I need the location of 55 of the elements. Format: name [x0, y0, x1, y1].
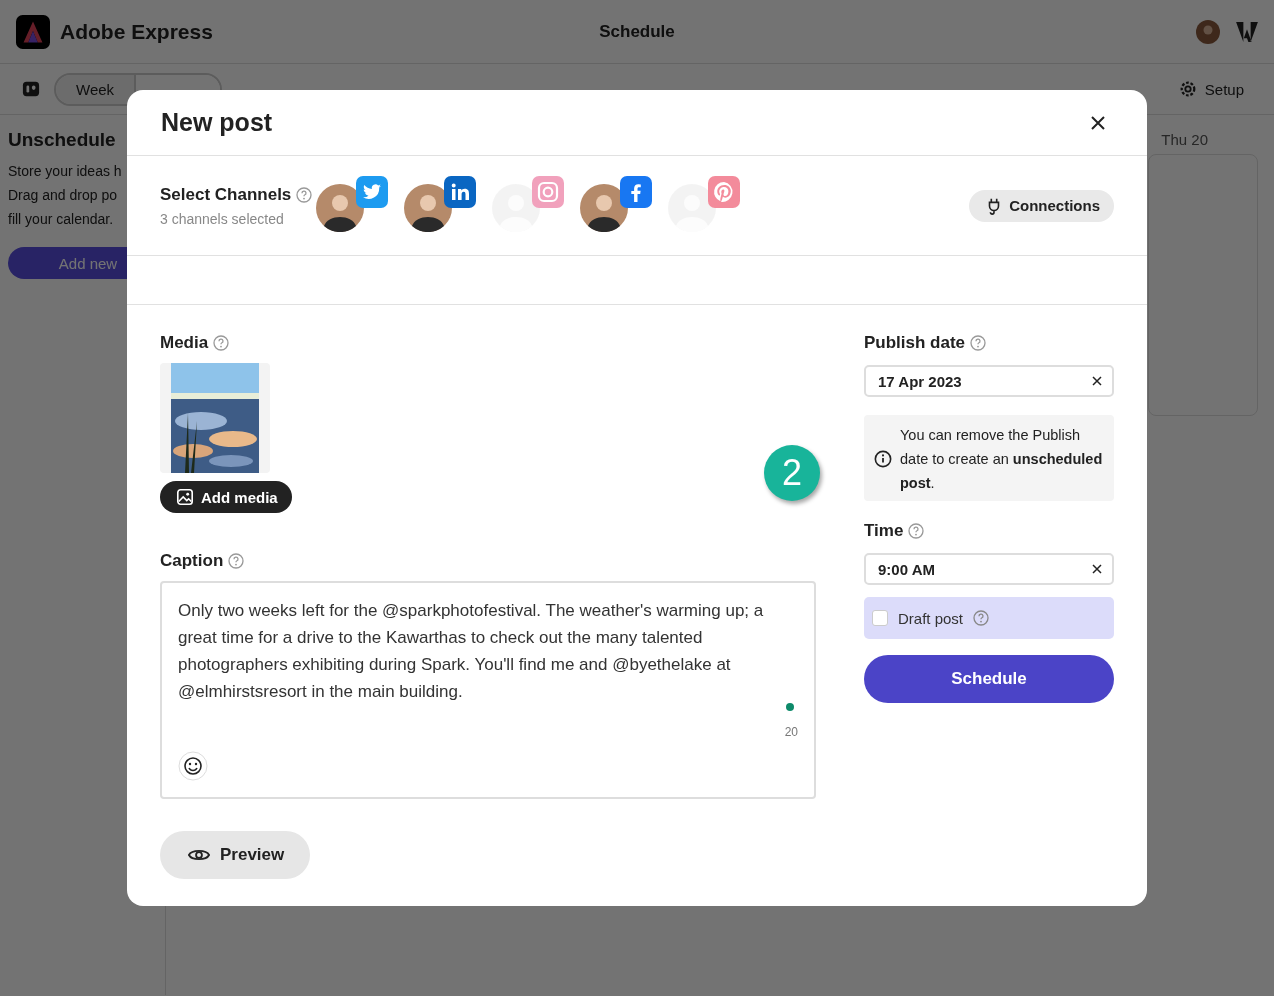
eye-icon	[188, 847, 210, 863]
dialog-title: New post	[161, 108, 273, 137]
publish-date-field[interactable]: 17 Apr 2023	[864, 365, 1114, 397]
time-field[interactable]: 9:00 AM	[864, 553, 1114, 585]
caption-label: Caption	[160, 551, 224, 571]
preview-button[interactable]: Preview	[160, 831, 311, 879]
close-icon[interactable]	[1091, 115, 1105, 130]
character-counter: 20	[784, 725, 798, 739]
adobe-logo-icon[interactable]	[1236, 21, 1258, 42]
time-label: Time	[864, 521, 904, 541]
camera-badge-icon	[532, 175, 564, 208]
step-marker: 2	[764, 445, 820, 501]
media-label: Media	[160, 333, 209, 353]
channel-toggle[interactable]	[316, 175, 390, 232]
app-name: Adobe Express	[60, 19, 213, 44]
help-icon[interactable]	[228, 553, 245, 569]
info-icon	[874, 450, 892, 468]
image-icon	[176, 488, 194, 506]
channel-toggle[interactable]	[668, 175, 742, 232]
setup-button[interactable]: Setup	[1170, 80, 1252, 98]
caption-field[interactable]: Only two weeks left for the @sparkphotofestival. The weather's warming up; a great time for a drive to the Kawarthas to check out the many talented photographers exhibiting during Spark. You'll find me and @byethelake at @elmhirstsresort in the main building. 20	[160, 581, 816, 799]
f-badge-icon	[620, 175, 652, 208]
channel-toggle[interactable]	[580, 175, 654, 232]
panel-toggle-icon[interactable]	[22, 80, 40, 98]
emoji-icon[interactable]	[178, 751, 208, 781]
help-icon[interactable]	[970, 335, 987, 351]
channels-count: 3 channels selected	[160, 210, 285, 227]
help-icon[interactable]	[908, 523, 925, 539]
avatar-icon[interactable]	[1196, 19, 1220, 44]
channels-label: Select Channels	[160, 184, 292, 205]
channel-toggle[interactable]	[404, 175, 478, 232]
publish-date-label: Publish date	[864, 333, 966, 353]
sidebar-title: Unschedule	[8, 129, 117, 151]
in-badge-icon	[444, 175, 476, 208]
app-logo	[16, 14, 50, 49]
schedule-button[interactable]: Schedule	[864, 655, 1114, 703]
help-icon[interactable]	[973, 610, 990, 626]
help-icon[interactable]	[296, 186, 313, 203]
gear-icon	[1178, 80, 1197, 98]
clear-icon[interactable]	[1092, 376, 1102, 386]
day-header: Thu 20	[1161, 131, 1208, 148]
status-dot-icon	[786, 703, 794, 711]
p-badge-icon	[708, 175, 740, 208]
sidebar-description: Store your ideas h Drag and drop po fill your calendar.	[8, 162, 123, 229]
connections-button[interactable]: Connections	[969, 189, 1114, 222]
draft-label: Draft post	[898, 609, 964, 627]
help-icon[interactable]	[213, 335, 230, 351]
page-title: Schedule	[599, 21, 675, 42]
channel-toggle[interactable]	[492, 175, 566, 232]
info-text: You can remove the Publish date to create an unscheduled post.	[900, 426, 1104, 493]
clear-icon[interactable]	[1092, 564, 1102, 574]
add-media-button[interactable]: Add media	[160, 481, 292, 513]
bird-badge-icon	[356, 175, 388, 208]
week-tab[interactable]: Week	[56, 74, 135, 104]
draft-checkbox[interactable]	[872, 610, 888, 626]
